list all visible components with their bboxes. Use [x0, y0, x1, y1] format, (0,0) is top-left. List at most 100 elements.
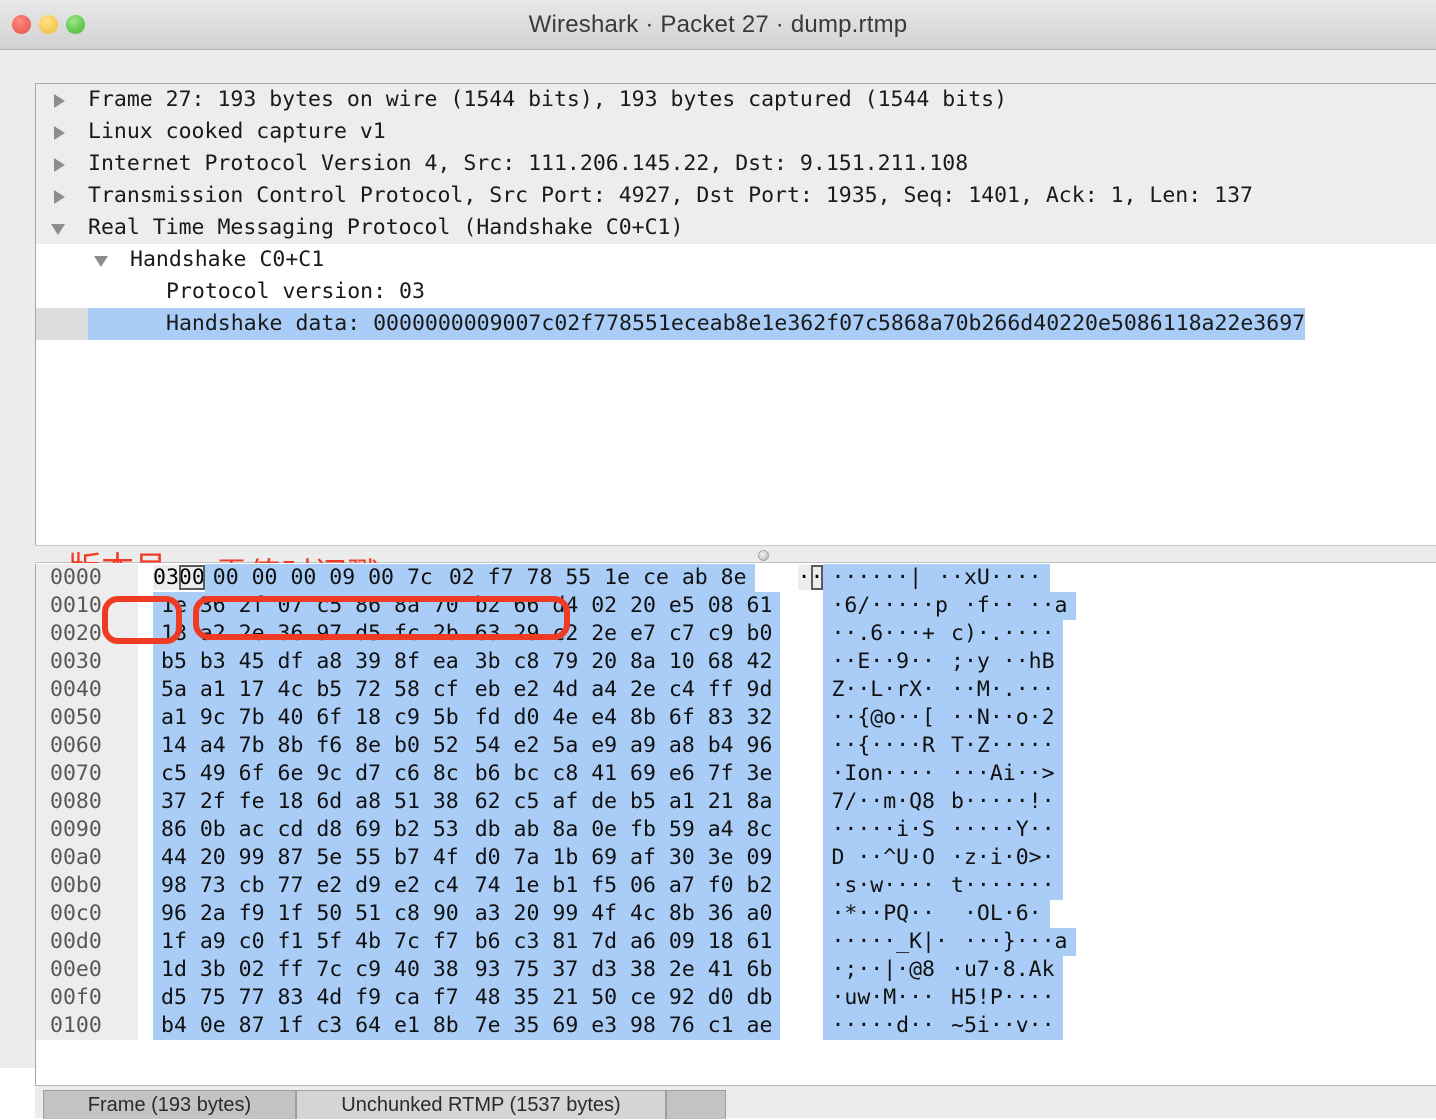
chevron-right-icon[interactable] [54, 158, 65, 172]
packet-detail-pane[interactable]: Frame 27: 193 bytes on wire (1544 bits),… [35, 83, 1436, 545]
hex-bytes-right[interactable]: a3 20 99 4f 4c 8b 36 a0 [466, 900, 781, 928]
hex-bytes-left[interactable]: 18 a2 2e 36 97 d5 fc 2b [153, 620, 467, 648]
chevron-down-icon[interactable] [94, 256, 108, 267]
hex-bytes-left[interactable]: 44 20 99 87 5e 55 b7 4f [153, 844, 467, 872]
ascii-right[interactable]: H5!P···· [943, 984, 1063, 1012]
ascii-left[interactable]: ··.6···+ [823, 620, 943, 648]
disclosure-gutter[interactable] [36, 212, 88, 244]
hex-bytes-left[interactable]: 14 a4 7b 8b f6 8e b0 52 [153, 732, 467, 760]
ascii-left[interactable]: ·Ion···· [823, 760, 943, 788]
tree-row-protocol-version[interactable]: Protocol version: 03 [36, 276, 1436, 308]
chevron-down-icon[interactable] [51, 224, 65, 235]
ascii-left[interactable]: ··{····R [823, 732, 943, 760]
disclosure-gutter[interactable] [36, 116, 88, 148]
ascii-left[interactable]: 7/··m·Q8 [823, 788, 943, 816]
splitter-grip-handle[interactable] [758, 550, 769, 561]
hex-bytes-left[interactable]: 98 73 cb 77 e2 d9 e2 c4 [153, 872, 467, 900]
hex-bytes-right[interactable]: b6 c3 81 7d a6 09 18 61 [466, 928, 781, 956]
ascii-right[interactable]: ··M·.··· [943, 676, 1063, 704]
chevron-right-icon[interactable] [54, 94, 65, 108]
hex-bytes-right[interactable]: 48 35 21 50 ce 92 d0 db [466, 984, 781, 1012]
hex-row[interactable]: 0010 1e 36 2f 07 c5 86 8a 70 b2 66 d4 02 … [36, 592, 1436, 620]
ascii-byte-first[interactable]: · [797, 565, 811, 590]
tree-row[interactable]: Frame 27: 193 bytes on wire (1544 bits),… [36, 84, 1436, 116]
ascii-right[interactable]: ·f·· ··a [955, 592, 1076, 620]
disclosure-gutter[interactable] [36, 148, 88, 180]
hex-bytes-right[interactable]: 7e 35 69 e3 98 76 c1 ae [466, 1012, 781, 1040]
hex-row[interactable]: 0080 37 2f fe 18 6d a8 51 38 62 c5 af de … [36, 788, 1436, 816]
ascii-byte-selected[interactable]: · [810, 565, 824, 590]
ascii-right[interactable]: ··N··o·2 [943, 704, 1063, 732]
hex-bytes-right[interactable]: b6 bc c8 41 69 e6 7f 3e [466, 760, 781, 788]
hex-row[interactable]: 0090 86 0b ac cd d8 69 b2 53 db ab 8a 0e … [36, 816, 1436, 844]
chevron-right-icon[interactable] [54, 126, 65, 140]
disclosure-gutter[interactable] [36, 84, 88, 116]
hex-byte-selected[interactable]: 00 [178, 565, 205, 590]
hex-row[interactable]: 00e0 1d 3b 02 ff 7c c9 40 38 93 75 37 d3 … [36, 956, 1436, 984]
ascii-right[interactable]: c)·.···· [943, 620, 1063, 648]
bytes-source-tabbar[interactable]: Frame (193 bytes) Unchunked RTMP (1537 b… [35, 1085, 1436, 1119]
ascii-right[interactable]: ·····Y·· [943, 816, 1063, 844]
tab-frame[interactable]: Frame (193 bytes) [43, 1090, 296, 1119]
ascii-right[interactable]: ···Ai··> [943, 760, 1063, 788]
ascii-right[interactable]: T·Z····· [943, 732, 1063, 760]
hex-row[interactable]: 0070 c5 49 6f 6e 9c d7 c6 8c b6 bc c8 41 … [36, 760, 1436, 788]
ascii-right[interactable]: ~5i··v·· [943, 1012, 1063, 1040]
hex-bytes-right[interactable]: 3b c8 79 20 8a 10 68 42 [466, 648, 781, 676]
hex-bytes-right[interactable]: 93 75 37 d3 38 2e 41 6b [466, 956, 781, 984]
hex-bytes-right[interactable]: eb e2 4d a4 2e c4 ff 9d [466, 676, 781, 704]
hex-row[interactable]: 00b0 98 73 cb 77 e2 d9 e2 c4 74 1e b1 f5 … [36, 872, 1436, 900]
hex-bytes-left[interactable]: 5a a1 17 4c b5 72 58 cf [153, 676, 467, 704]
ascii-left[interactable]: Z··L·rX· [823, 676, 943, 704]
ascii-left[interactable]: ·····i·S [823, 816, 943, 844]
tree-row[interactable]: Linux cooked capture v1 [36, 116, 1436, 148]
ascii-right[interactable]: ;·y ··hB [943, 648, 1063, 676]
ascii-left[interactable]: ·····d·· [823, 1012, 943, 1040]
tree-row[interactable]: Transmission Control Protocol, Src Port:… [36, 180, 1436, 212]
ascii-right[interactable]: ·z·i·0>· [943, 844, 1063, 872]
ascii-left[interactable]: ·····_K|· [823, 928, 956, 956]
hex-bytes-right[interactable]: 02 f7 78 55 1e ce ab 8e [440, 564, 755, 592]
hex-bytes-left[interactable]: 00 00 00 09 00 7c [204, 564, 441, 592]
hex-bytes-left[interactable]: 96 2a f9 1f 50 51 c8 90 [153, 900, 467, 928]
hex-bytes-left[interactable]: 37 2f fe 18 6d a8 51 38 [153, 788, 467, 816]
tree-row-rtmp[interactable]: Real Time Messaging Protocol (Handshake … [36, 212, 1436, 244]
hex-row[interactable]: 0000 0300 00 00 00 09 00 7c 02 f7 78 55 1e… [36, 564, 1436, 592]
disclosure-gutter[interactable] [36, 180, 88, 212]
hex-row[interactable]: 0060 14 a4 7b 8b f6 8e b0 52 54 e2 5a e9 … [36, 732, 1436, 760]
ascii-right[interactable]: ·OL·6· [943, 900, 1050, 928]
ascii-left[interactable]: ·6/·····p [823, 592, 956, 620]
hex-bytes-right[interactable]: 74 1e b1 f5 06 a7 f0 b2 [466, 872, 781, 900]
hex-row[interactable]: 0100 b4 0e 87 1f c3 64 e1 8b 7e 35 69 e3 … [36, 1012, 1436, 1040]
ascii-left[interactable]: ·s·w···· [823, 872, 943, 900]
chevron-right-icon[interactable] [54, 190, 65, 204]
hex-row[interactable]: 0030 b5 b3 45 df a8 39 8f ea 3b c8 79 20 … [36, 648, 1436, 676]
packet-bytes-pane[interactable]: 0000 0300 00 00 00 09 00 7c 02 f7 78 55 1e… [35, 563, 1436, 1085]
ascii-left[interactable]: ·;··|·@8 [823, 956, 943, 984]
hex-bytes-left[interactable]: b5 b3 45 df a8 39 8f ea [153, 648, 467, 676]
ascii-left[interactable]: ······| [823, 564, 931, 592]
disclosure-gutter[interactable] [36, 244, 108, 276]
hex-row[interactable]: 00f0 d5 75 77 83 4d f9 ca f7 48 35 21 50 … [36, 984, 1436, 1012]
hex-row[interactable]: 00c0 96 2a f9 1f 50 51 c8 90 a3 20 99 4f … [36, 900, 1436, 928]
hex-bytes-right[interactable]: 62 c5 af de b5 a1 21 8a [466, 788, 781, 816]
ascii-left[interactable]: ·uw·M··· [823, 984, 943, 1012]
hex-row[interactable]: 0040 5a a1 17 4c b5 72 58 cf eb e2 4d a4 … [36, 676, 1436, 704]
hex-bytes-left[interactable]: c5 49 6f 6e 9c d7 c6 8c [153, 760, 467, 788]
hex-bytes-right[interactable]: fd d0 4e e4 8b 6f 83 32 [466, 704, 781, 732]
tree-row[interactable]: Internet Protocol Version 4, Src: 111.20… [36, 148, 1436, 180]
hex-bytes-left[interactable]: 1f a9 c0 f1 5f 4b 7c f7 [153, 928, 467, 956]
hex-bytes-left[interactable]: a1 9c 7b 40 6f 18 c9 5b [153, 704, 467, 732]
hex-bytes-left[interactable]: 1d 3b 02 ff 7c c9 40 38 [153, 956, 467, 984]
hex-bytes-right[interactable]: b2 66 d4 02 20 e5 08 61 [466, 592, 781, 620]
hex-bytes-right[interactable]: 63 29 c2 2e e7 c7 c9 b0 [466, 620, 781, 648]
hex-row[interactable]: 0020 18 a2 2e 36 97 d5 fc 2b 63 29 c2 2e … [36, 620, 1436, 648]
hex-bytes-left[interactable]: b4 0e 87 1f c3 64 e1 8b [153, 1012, 467, 1040]
ascii-right[interactable]: b·····!· [943, 788, 1063, 816]
ascii-right[interactable]: ···}···a [955, 928, 1076, 956]
hex-bytes-right[interactable]: db ab 8a 0e fb 59 a4 8c [466, 816, 781, 844]
hex-bytes-left[interactable]: d5 75 77 83 4d f9 ca f7 [153, 984, 467, 1012]
ascii-left[interactable]: ··{@o··[ [823, 704, 943, 732]
ascii-right[interactable]: t······· [943, 872, 1063, 900]
ascii-right[interactable]: ·u7·8.Ak [943, 956, 1063, 984]
